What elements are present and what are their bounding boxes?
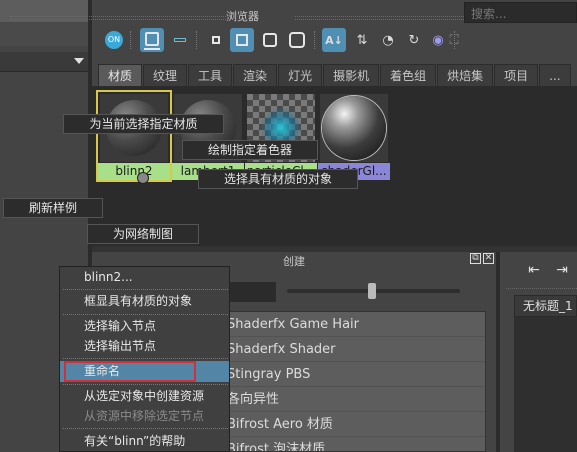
- menu-item-remove-from-asset: 从资源中移除选定节点: [84, 409, 205, 423]
- list-item[interactable]: Shaderfx Shader: [227, 337, 485, 362]
- list-item[interactable]: 各向异性: [227, 387, 485, 412]
- tab-projects[interactable]: 项目: [494, 64, 539, 86]
- menu-item-select-input[interactable]: 选择输入节点: [60, 316, 229, 337]
- menu-item-select-output[interactable]: 选择输出节点: [60, 336, 229, 357]
- tab-cameras[interactable]: 摄影机: [323, 64, 380, 86]
- minus-icon[interactable]: [168, 28, 192, 52]
- on-icon[interactable]: ON: [102, 28, 126, 52]
- tab-textures[interactable]: 纹理: [143, 64, 188, 86]
- next-tab-icon[interactable]: ⇥: [552, 262, 572, 280]
- list-item[interactable]: Shaderfx Game Hair: [227, 312, 485, 337]
- toolbar-separator: [196, 31, 198, 49]
- tab-bake-sets[interactable]: 烘焙集: [437, 64, 494, 86]
- swatch-shader-glow[interactable]: shaderGl...: [318, 92, 390, 180]
- left-panel-dropdown[interactable]: [0, 52, 88, 72]
- chevron-down-icon[interactable]: [74, 58, 84, 64]
- drag-handle-icon[interactable]: [137, 172, 149, 184]
- swatch-particle-cloud[interactable]: particleCl...: [245, 92, 317, 180]
- tooltip-refresh-swatches: 刷新样例: [3, 198, 103, 218]
- tooltip-graph-network: 为网络制图: [87, 224, 199, 244]
- sort-az-icon[interactable]: A↓: [322, 28, 346, 52]
- list-item[interactable]: Stingray PBS: [227, 362, 485, 387]
- swatch-blinn2[interactable]: blinn2: [96, 90, 172, 182]
- toolbar-separator: [314, 31, 316, 49]
- highlight-annotation: [64, 361, 196, 382]
- toolbar-separator: [130, 31, 132, 49]
- menu-separator: [63, 314, 228, 315]
- sort-time-icon[interactable]: ◔: [376, 28, 400, 52]
- menu-separator: [63, 384, 228, 385]
- browser-title: 浏览器: [226, 10, 259, 23]
- search-input[interactable]: 搜索...: [464, 2, 577, 23]
- prev-tab-icon[interactable]: ⇤: [524, 262, 544, 280]
- menu-item-header[interactable]: blinn2...: [60, 267, 229, 288]
- expand-icon[interactable]: ⛶: [442, 28, 466, 52]
- separator: [506, 288, 577, 289]
- list-item[interactable]: Bifrost Aero 材质: [227, 412, 485, 437]
- swatch-label: blinn2: [98, 163, 170, 180]
- tab-shading-groups[interactable]: 着色组: [380, 64, 437, 86]
- menu-item-create-asset[interactable]: 从选定对象中创建资源: [60, 386, 229, 407]
- browser-tabs: 材质 纹理 工具 渲染 灯光 摄影机 着色组 烘焙集 项目 ...: [92, 64, 577, 86]
- close-icon[interactable]: ✕: [483, 253, 494, 264]
- swatch-thumbnail: [320, 94, 388, 162]
- list-item[interactable]: Bifrost 泡沫材质: [227, 437, 485, 451]
- menu-separator: [63, 289, 228, 290]
- tab-rendering[interactable]: 渲染: [233, 64, 278, 86]
- tab-materials[interactable]: 材质: [98, 64, 143, 86]
- tab-more[interactable]: ...: [539, 64, 571, 86]
- graph-area[interactable]: [514, 317, 577, 452]
- tooltip-paint-shader: 绘制指定着色器: [182, 140, 318, 160]
- sort-type-icon[interactable]: ⇅: [350, 28, 374, 52]
- tab-utilities[interactable]: 工具: [188, 64, 233, 86]
- tooltip-assign-material: 为当前选择指定材质: [63, 114, 224, 134]
- context-menu: blinn2... 框显具有材质的对象 选择输入节点 选择输出节点 重命名 从选…: [59, 266, 230, 452]
- grip-right: [295, 16, 480, 20]
- menu-separator: [63, 358, 228, 359]
- browser-title-bar: 浏览器: [0, 8, 485, 26]
- menu-separator: [63, 428, 228, 429]
- browser-toolbar: ON A↓ ⇅ ◔ ↻ ◉ ⛶: [92, 28, 577, 58]
- grip-left: [10, 16, 230, 20]
- create-list: Shaderfx Game Hair Shaderfx Shader Sting…: [226, 311, 486, 452]
- menu-item-help[interactable]: 有关“blinn”的帮助: [60, 431, 229, 452]
- tab-untitled[interactable]: 无标题_1: [514, 295, 577, 317]
- float-icon[interactable]: ⧉: [470, 253, 481, 264]
- xlarge-square-icon[interactable]: [285, 28, 309, 52]
- medium-square-icon[interactable]: [230, 28, 254, 52]
- create-filter-input[interactable]: [226, 282, 276, 302]
- render-view-icon[interactable]: [140, 28, 164, 52]
- tooltip-select-objects: 选择具有材质的对象: [198, 169, 358, 189]
- tab-lights[interactable]: 灯光: [278, 64, 323, 86]
- menu-item-frame-objects[interactable]: 框显具有材质的对象: [60, 291, 229, 312]
- size-slider-handle[interactable]: [368, 283, 376, 299]
- swatch-lambert1[interactable]: lambert1: [172, 92, 244, 180]
- create-title: 创建: [283, 255, 305, 268]
- large-square-icon[interactable]: [258, 28, 282, 52]
- refresh-icon[interactable]: ↻: [402, 28, 426, 52]
- small-square-icon[interactable]: [204, 28, 228, 52]
